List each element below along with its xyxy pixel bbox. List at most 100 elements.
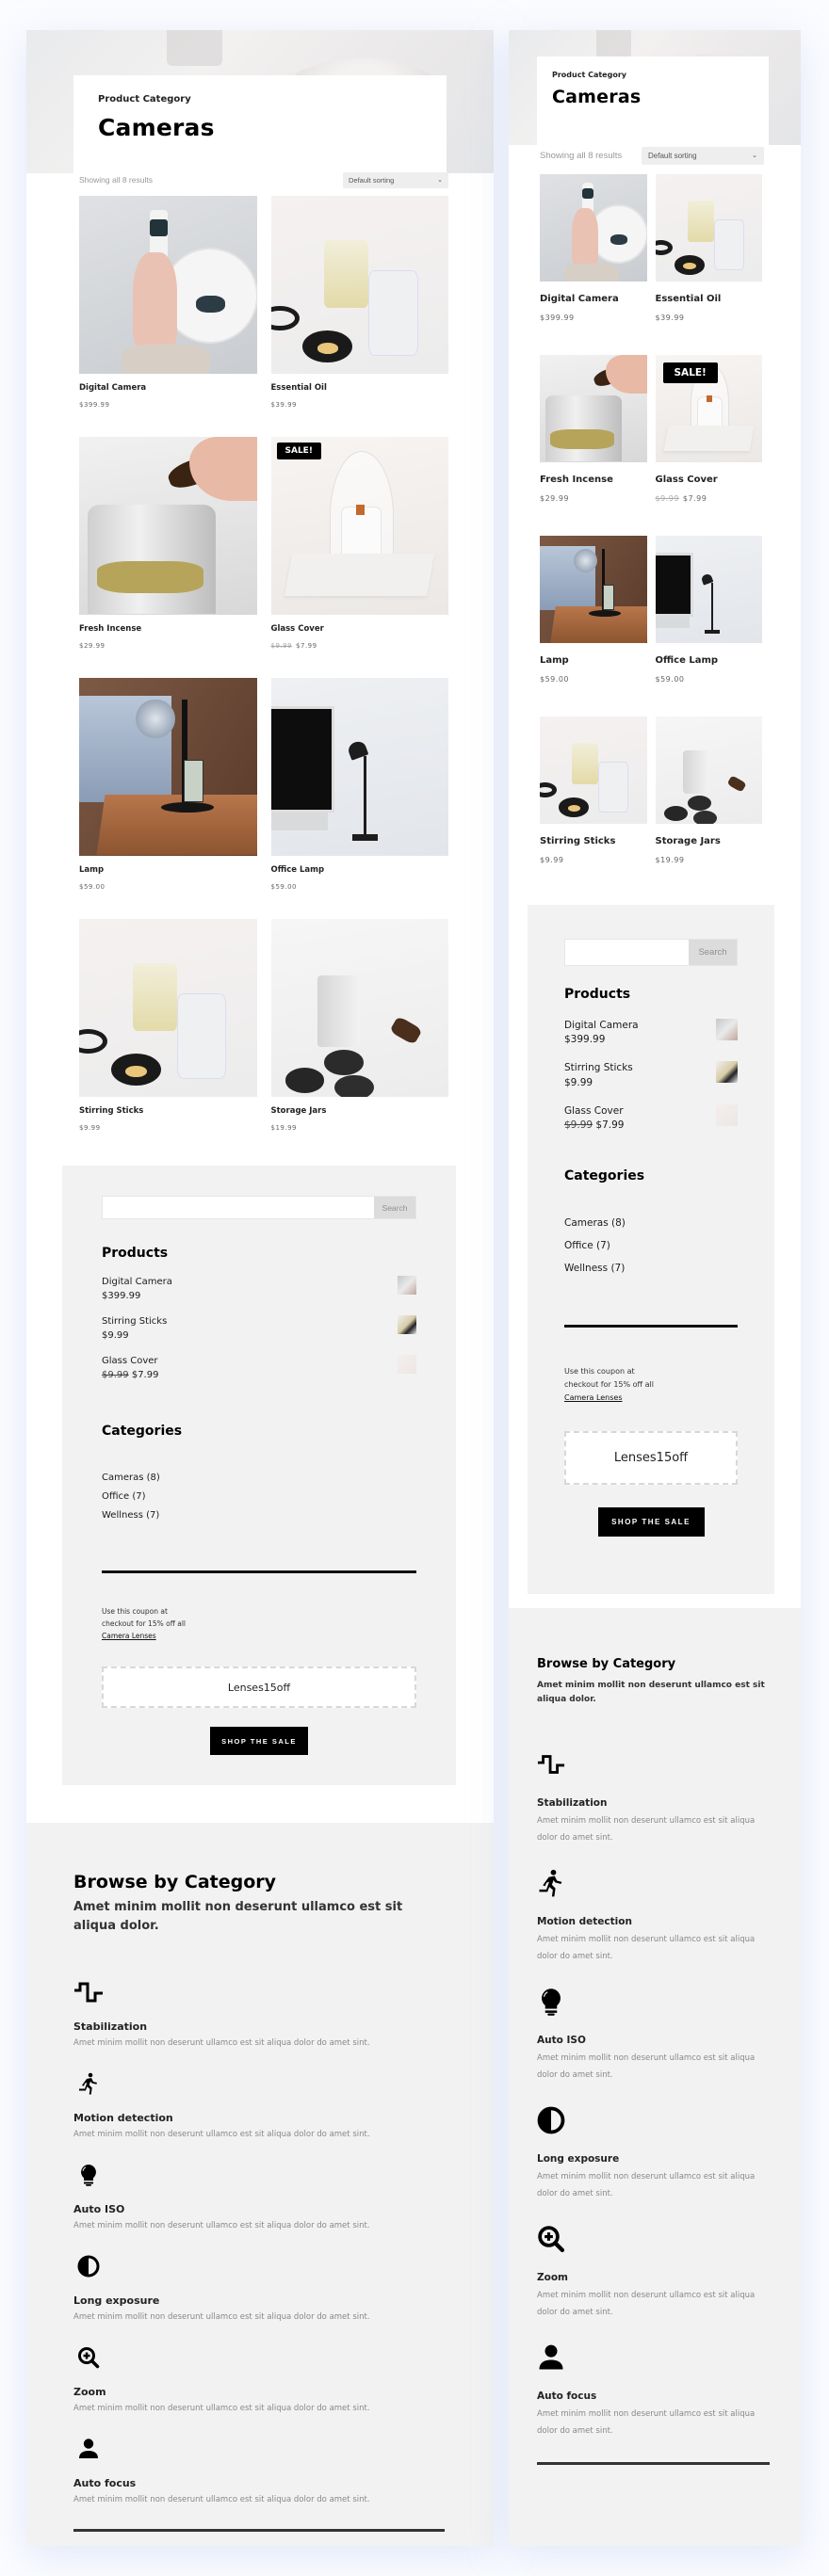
product-card[interactable]: Digital Camera $399.99 (540, 174, 647, 355)
product-price: $39.99 (656, 314, 763, 322)
current-price: $59.00 (540, 674, 569, 684)
product-card[interactable]: Lamp $59.00 (79, 678, 257, 919)
sidebar-product-item[interactable]: Glass Cover $9.99 $7.99 (564, 1103, 738, 1133)
product-image[interactable] (270, 196, 448, 374)
category-link[interactable]: Office (7) (564, 1234, 738, 1257)
coupon-code-box[interactable]: Lenses15off (102, 1666, 416, 1708)
product-image[interactable] (79, 919, 257, 1097)
product-image[interactable] (270, 437, 448, 615)
feature-description: Amet minim mollit non deserunt ullamco e… (73, 2495, 370, 2504)
sidebar-product-name[interactable]: Stirring Sticks (102, 1315, 167, 1329)
contrast-icon (73, 2255, 447, 2281)
product-image[interactable] (540, 536, 647, 643)
product-card[interactable]: SALE! Glass Cover $9.99 $7.99 (270, 437, 449, 678)
product-image[interactable] (79, 678, 257, 856)
sidebar-product-name[interactable]: Stirring Sticks (564, 1061, 633, 1075)
search-button[interactable]: Search (689, 940, 737, 965)
product-image[interactable] (655, 536, 762, 643)
feature-title: Auto focus (537, 2391, 597, 2402)
sort-select[interactable]: Default sorting ⌄ (343, 171, 448, 188)
product-name[interactable]: Lamp (79, 865, 257, 875)
product-name[interactable]: Stirring Sticks (79, 1106, 257, 1116)
search-button[interactable]: Search (374, 1197, 415, 1218)
product-card[interactable]: Digital Camera $399.99 (79, 196, 257, 437)
product-card[interactable]: Fresh Incense $29.99 (540, 355, 647, 536)
product-name[interactable]: Stirring Sticks (540, 836, 647, 846)
product-image[interactable] (79, 196, 257, 374)
current-price: $39.99 (655, 313, 685, 322)
zoom-in-icon (73, 2346, 447, 2373)
camera-lenses-link[interactable]: Camera Lenses (102, 1632, 156, 1640)
feature-description: Amet minim mollit non deserunt ullamco e… (73, 2404, 370, 2413)
product-name[interactable]: Digital Camera (79, 383, 257, 393)
shop-the-sale-button[interactable]: SHOP THE SALE (597, 1507, 705, 1538)
product-name[interactable]: Essential Oil (271, 383, 449, 393)
category-link[interactable]: Cameras (8) (102, 1469, 416, 1488)
camera-lenses-link[interactable]: Camera Lenses (564, 1393, 623, 1402)
product-name[interactable]: Storage Jars (656, 836, 763, 846)
feature-description: Amet minim mollit non deserunt ullamco e… (537, 1816, 756, 1843)
desktop-preview: Product Category Cameras Showing all 8 r… (26, 30, 494, 2546)
product-image[interactable] (270, 919, 448, 1097)
product-name[interactable]: Office Lamp (656, 655, 763, 666)
category-link[interactable]: Cameras (8) (564, 1212, 738, 1234)
sidebar-product-item[interactable]: Digital Camera $399.99 (102, 1276, 416, 1303)
product-name[interactable]: Essential Oil (656, 294, 763, 304)
feature-title: Auto ISO (73, 2203, 125, 2215)
sidebar-product-name[interactable]: Digital Camera (102, 1276, 172, 1290)
product-card[interactable]: Storage Jars $19.99 (270, 919, 449, 1160)
feature-title: Zoom (73, 2386, 106, 2398)
sidebar-product-thumbnail[interactable] (398, 1355, 416, 1374)
product-image[interactable] (79, 437, 257, 615)
coupon-code-box[interactable]: Lenses15off (564, 1431, 738, 1486)
sort-select[interactable]: Default sorting ⌄ (642, 146, 764, 165)
product-card[interactable]: Fresh Incense $29.99 (79, 437, 257, 678)
category-link[interactable]: Office (7) (102, 1488, 416, 1506)
sidebar-product-item[interactable]: Stirring Sticks $9.99 (564, 1061, 738, 1089)
product-image[interactable] (540, 174, 647, 282)
product-image[interactable] (655, 174, 762, 282)
category-link[interactable]: Wellness (7) (102, 1506, 416, 1525)
sidebar-product-item[interactable]: Glass Cover $9.99 $7.99 (102, 1355, 416, 1382)
sidebar-product-item[interactable]: Stirring Sticks $9.99 (102, 1315, 416, 1343)
product-name[interactable]: Lamp (540, 655, 647, 666)
shop-the-sale-button[interactable]: SHOP THE SALE (210, 1727, 308, 1755)
sidebar-product-thumbnail[interactable] (716, 1103, 738, 1126)
product-name[interactable]: Storage Jars (271, 1106, 449, 1116)
product-card[interactable]: Office Lamp $59.00 (270, 678, 449, 919)
sidebar-product-name[interactable]: Glass Cover (102, 1355, 158, 1369)
coupon-description: Use this coupon at checkout for 15% off … (102, 1605, 416, 1642)
product-card[interactable]: SALE! Glass Cover $9.99 $7.99 (655, 355, 763, 536)
product-name[interactable]: Glass Cover (271, 624, 449, 634)
product-name[interactable]: Glass Cover (656, 475, 763, 485)
product-card[interactable]: Essential Oil $39.99 (655, 174, 763, 355)
product-image[interactable] (655, 716, 762, 824)
product-card[interactable]: Stirring Sticks $9.99 (79, 919, 257, 1160)
sidebar-product-thumbnail[interactable] (398, 1315, 416, 1334)
product-card[interactable]: Stirring Sticks $9.99 (540, 716, 647, 897)
product-name[interactable]: Digital Camera (540, 294, 647, 304)
feature-title: Auto ISO (537, 2035, 586, 2046)
browse-title: Browse by Category (73, 1872, 277, 1892)
product-name[interactable]: Office Lamp (271, 865, 449, 875)
product-name[interactable]: Fresh Incense (79, 624, 257, 634)
sidebar-product-thumbnail[interactable] (398, 1276, 416, 1295)
search-input[interactable] (565, 940, 689, 965)
sidebar-product-thumbnail[interactable] (716, 1019, 738, 1040)
product-name[interactable]: Fresh Incense (540, 475, 647, 485)
search-input[interactable] (103, 1197, 374, 1218)
product-card[interactable]: Essential Oil $39.99 (270, 196, 449, 437)
browse-subtitle: Amet minim mollit non deserunt ullamco e… (73, 1900, 403, 1933)
divider (564, 1325, 738, 1328)
category-link[interactable]: Wellness (7) (564, 1257, 738, 1280)
product-image[interactable] (540, 716, 647, 824)
product-image[interactable] (540, 355, 647, 462)
sidebar-product-name[interactable]: Glass Cover (564, 1104, 624, 1119)
sidebar-product-name[interactable]: Digital Camera (564, 1019, 639, 1033)
product-image[interactable] (270, 678, 448, 856)
sidebar-product-item[interactable]: Digital Camera $399.99 (564, 1019, 738, 1047)
product-card[interactable]: Office Lamp $59.00 (655, 536, 763, 716)
product-card[interactable]: Lamp $59.00 (540, 536, 647, 716)
product-card[interactable]: Storage Jars $19.99 (655, 716, 763, 897)
sidebar-product-thumbnail[interactable] (716, 1061, 738, 1084)
